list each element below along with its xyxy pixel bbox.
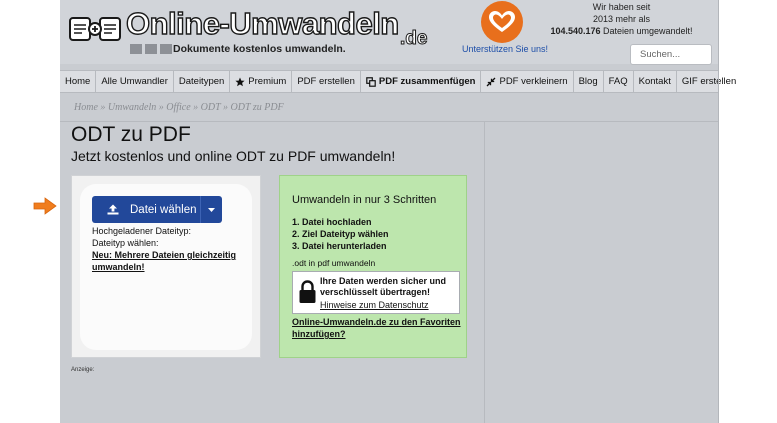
page: Online-Umwandeln .de Dokumente kostenlos… — [0, 0, 777, 423]
favorites-link[interactable]: Online-Umwandeln.de zu den Favoriten hin… — [292, 316, 462, 340]
upload-button-label: Datei wählen — [130, 203, 197, 216]
arrow-right-icon — [33, 197, 57, 215]
breadcrumb: Home » Umwandeln » Office » ODT » ODT zu… — [74, 102, 284, 113]
breadcrumb-odt[interactable]: ODT — [201, 102, 221, 113]
chevron-down-icon[interactable] — [200, 196, 222, 223]
logo-title[interactable]: Online-Umwandeln — [125, 6, 400, 41]
step-item: 1. Datei hochladen — [292, 217, 372, 227]
steps-title: Umwandeln in nur 3 Schritten — [292, 194, 437, 206]
nav-label: FAQ — [608, 76, 628, 87]
upload-type-labels: Hochgeladener Dateityp: Dateityp wählen: — [92, 225, 191, 249]
page-title: ODT zu PDF — [71, 123, 191, 146]
steps-list: 1. Datei hochladen 2. Ziel Dateityp wähl… — [292, 216, 389, 252]
heart-icon — [489, 11, 515, 32]
nav-dateitypen[interactable]: Dateitypen — [174, 71, 231, 92]
nav-pdf-verkleinern[interactable]: PDF verkleinern — [481, 71, 574, 92]
nav-label: Alle Umwandler — [101, 76, 168, 87]
nav-label: PDF zusammenfügen — [378, 76, 476, 87]
counter-suffix: Dateien umgewandelt! — [600, 26, 693, 36]
breadcrumb-separator: » — [97, 102, 108, 113]
ad-label: Anzeige: — [71, 367, 95, 373]
page-edge — [718, 0, 719, 423]
breadcrumb-office[interactable]: Office — [166, 102, 190, 113]
multi-file-link[interactable]: Neu: Mehrere Dateien gleichzeitig umwand… — [92, 249, 242, 273]
nav-blog[interactable]: Blog — [574, 71, 604, 92]
logo-icon[interactable] — [68, 12, 124, 46]
choose-type-label: Dateityp wählen: — [92, 238, 159, 248]
compress-icon — [487, 77, 496, 86]
upload-button[interactable]: Datei wählen — [92, 196, 222, 223]
star-icon — [235, 77, 245, 86]
nav-pdf-zusammenfuegen[interactable]: PDF zusammenfügen — [361, 71, 482, 92]
merge-icon — [366, 76, 376, 87]
security-notice: Ihre Daten werden sicher und verschlüsse… — [292, 271, 460, 314]
counter-line3: 104.540.176 Dateien umgewandelt! — [529, 25, 714, 37]
lock-icon — [299, 280, 316, 303]
divider — [60, 121, 718, 122]
steps-panel: Umwandeln in nur 3 Schritten 1. Datei ho… — [279, 175, 467, 358]
support-link[interactable]: Unterstützen Sie uns! — [462, 44, 548, 54]
breadcrumb-current: ODT zu PDF — [230, 102, 284, 113]
breadcrumb-home[interactable]: Home — [74, 102, 98, 113]
logo-tagline: Dokumente kostenlos umwandeln. — [173, 43, 346, 55]
nav-alle-umwandler[interactable]: Alle Umwandler — [96, 71, 174, 92]
main-nav: Home Alle Umwandler Dateitypen Premium P… — [60, 70, 736, 93]
counter-number: 104.540.176 — [550, 26, 601, 36]
nav-label: PDF verkleinern — [499, 76, 568, 87]
nav-label: Dateitypen — [178, 76, 225, 87]
nav-pdf-erstellen[interactable]: PDF erstellen — [292, 71, 361, 92]
conversion-label: .odt in pdf umwandeln — [292, 258, 376, 268]
step-item: 3. Datei herunterladen — [292, 241, 387, 251]
step-item: 2. Ziel Dateityp wählen — [292, 229, 389, 239]
conversion-counter: Wir haben seit 2013 mehr als 104.540.176… — [529, 1, 714, 37]
nav-label: PDF erstellen — [297, 76, 355, 87]
breadcrumb-separator: » — [220, 102, 231, 113]
nav-label: Home — [65, 76, 91, 87]
nav-label: GIF erstellen — [681, 76, 737, 87]
support-heart-button[interactable] — [481, 1, 523, 43]
search-input[interactable] — [630, 44, 712, 65]
security-text: Ihre Daten werden sicher und verschlüsse… — [320, 276, 447, 297]
logo-tld[interactable]: .de — [399, 28, 427, 50]
column-divider — [484, 122, 485, 423]
nav-kontakt[interactable]: Kontakt — [634, 71, 677, 92]
nav-label: Blog — [578, 76, 598, 87]
upload-panel: Datei wählen Hochgeladener Dateityp: Dat… — [71, 175, 261, 358]
counter-line1: Wir haben seit — [592, 2, 651, 12]
nav-gif-erstellen[interactable]: GIF erstellen — [677, 71, 741, 92]
nav-label: Premium — [248, 76, 287, 87]
nav-label: Kontakt — [638, 76, 671, 87]
counter-line2: 2013 mehr als — [592, 14, 651, 24]
privacy-link[interactable]: Hinweise zum Datenschutz — [320, 300, 429, 310]
breadcrumb-umwandeln[interactable]: Umwandeln — [108, 102, 156, 113]
nav-faq[interactable]: FAQ — [604, 71, 634, 92]
nav-premium[interactable]: Premium — [230, 71, 293, 92]
uploaded-type-label: Hochgeladener Dateityp: — [92, 226, 192, 236]
page-subtitle: Jetzt kostenlos und online ODT zu PDF um… — [71, 148, 396, 164]
site-header: Online-Umwandeln .de Dokumente kostenlos… — [60, 0, 718, 65]
site-container: Online-Umwandeln .de Dokumente kostenlos… — [60, 0, 736, 423]
breadcrumb-separator: » — [156, 102, 167, 113]
upload-dropzone[interactable]: Datei wählen Hochgeladener Dateityp: Dat… — [80, 184, 252, 350]
nav-home[interactable]: Home — [60, 71, 97, 92]
breadcrumb-separator: » — [190, 102, 201, 113]
upload-icon — [100, 204, 126, 215]
